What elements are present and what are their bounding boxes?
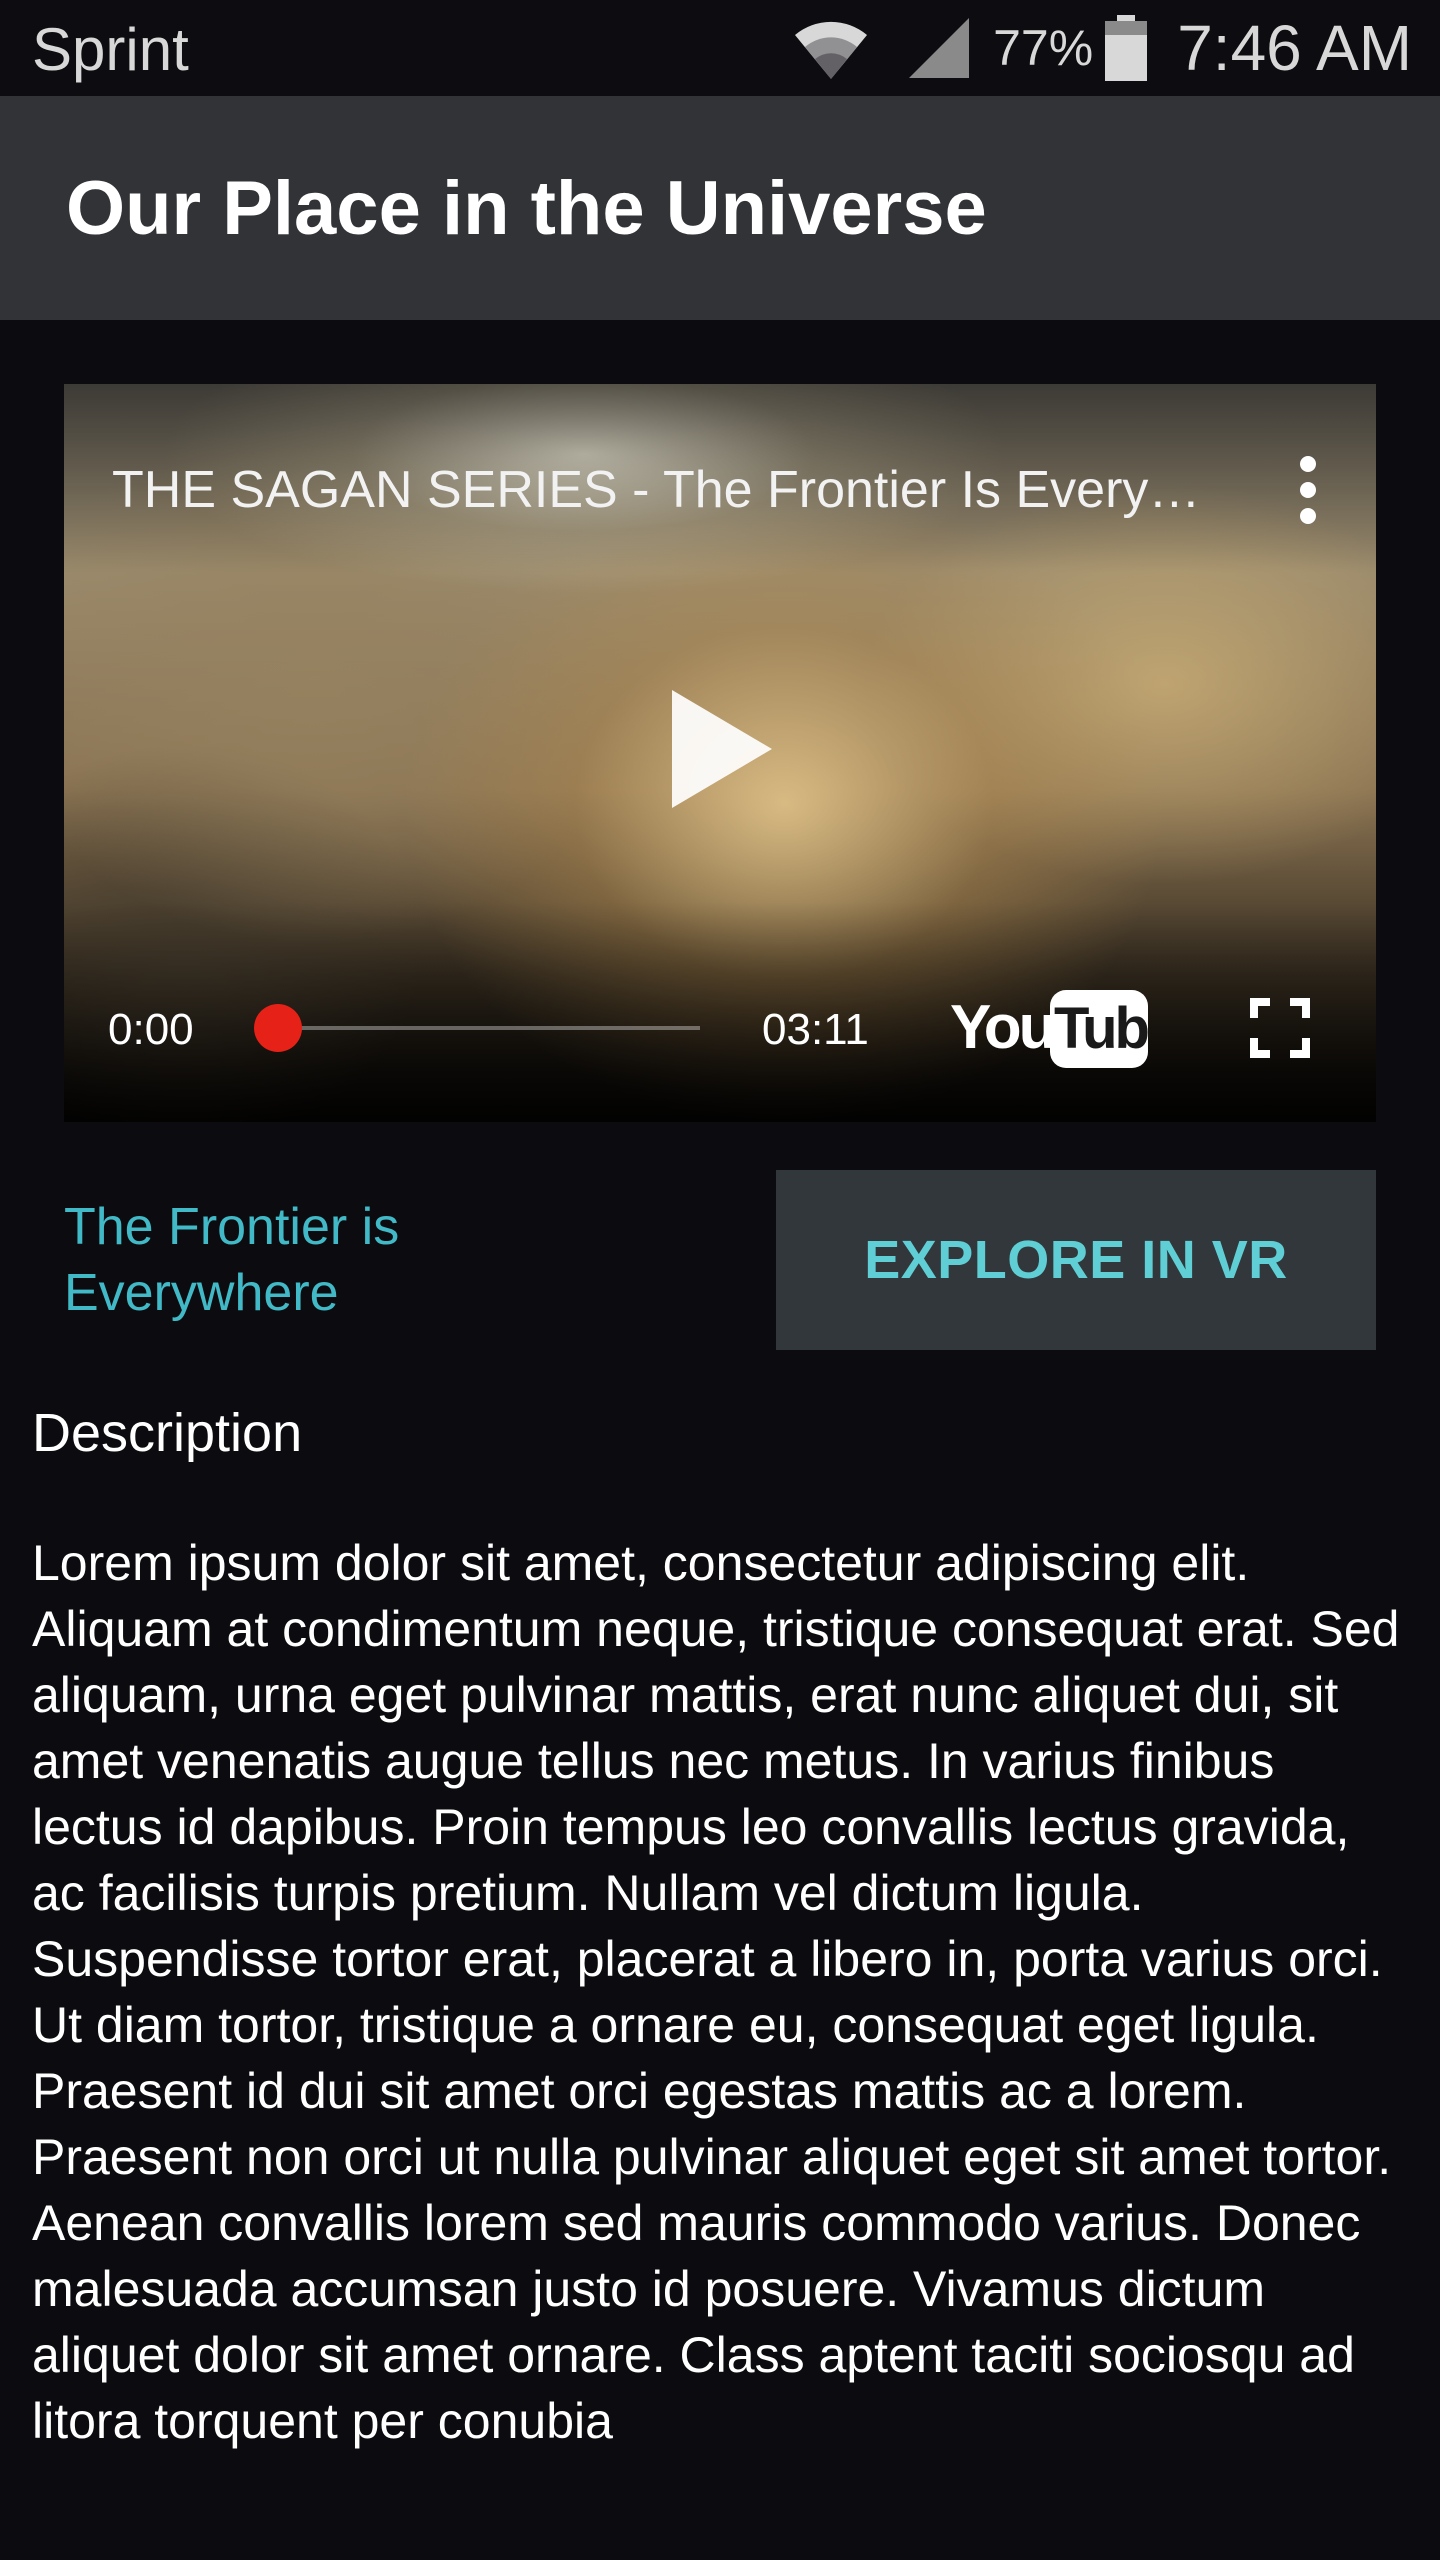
fullscreen-icon[interactable] — [1250, 998, 1310, 1058]
svg-text:Tube: Tube — [1054, 996, 1150, 1061]
app-bar: Our Place in the Universe — [0, 96, 1440, 320]
play-icon[interactable] — [668, 686, 778, 812]
more-vert-icon[interactable] — [1296, 454, 1320, 526]
description-body: Lorem ipsum dolor sit amet, consectetur … — [32, 1535, 1400, 2449]
video-title[interactable]: THE SAGAN SERIES - The Frontier Is Every… — [112, 458, 1200, 522]
video-name: The Frontier is Everywhere — [64, 1198, 400, 1322]
clock: 7:46 AM — [1177, 12, 1412, 84]
status-icons: 77% 7:46 AM — [791, 8, 1412, 88]
svg-text:You: You — [950, 993, 1054, 1062]
seek-bar[interactable] — [276, 1026, 700, 1030]
status-bar: Sprint 77% 7:46 AM — [0, 0, 1440, 96]
video-player[interactable]: THE SAGAN SERIES - The Frontier Is Every… — [64, 384, 1376, 1122]
battery-icon — [1105, 15, 1148, 81]
explore-in-vr-button[interactable]: EXPLORE IN VR — [776, 1170, 1376, 1350]
video-duration: 03:11 — [762, 1005, 869, 1054]
page-title: Our Place in the Universe — [66, 166, 987, 251]
description-heading: Description — [32, 1403, 303, 1463]
wifi-icon — [795, 21, 868, 79]
carrier-name: Sprint — [32, 16, 189, 83]
current-time: 0:00 — [108, 1005, 194, 1054]
cell-signal-icon — [909, 18, 970, 78]
youtube-logo[interactable]: You Tube — [950, 982, 1150, 1074]
seek-thumb[interactable] — [254, 1004, 302, 1052]
battery-percent: 77% — [993, 20, 1094, 76]
